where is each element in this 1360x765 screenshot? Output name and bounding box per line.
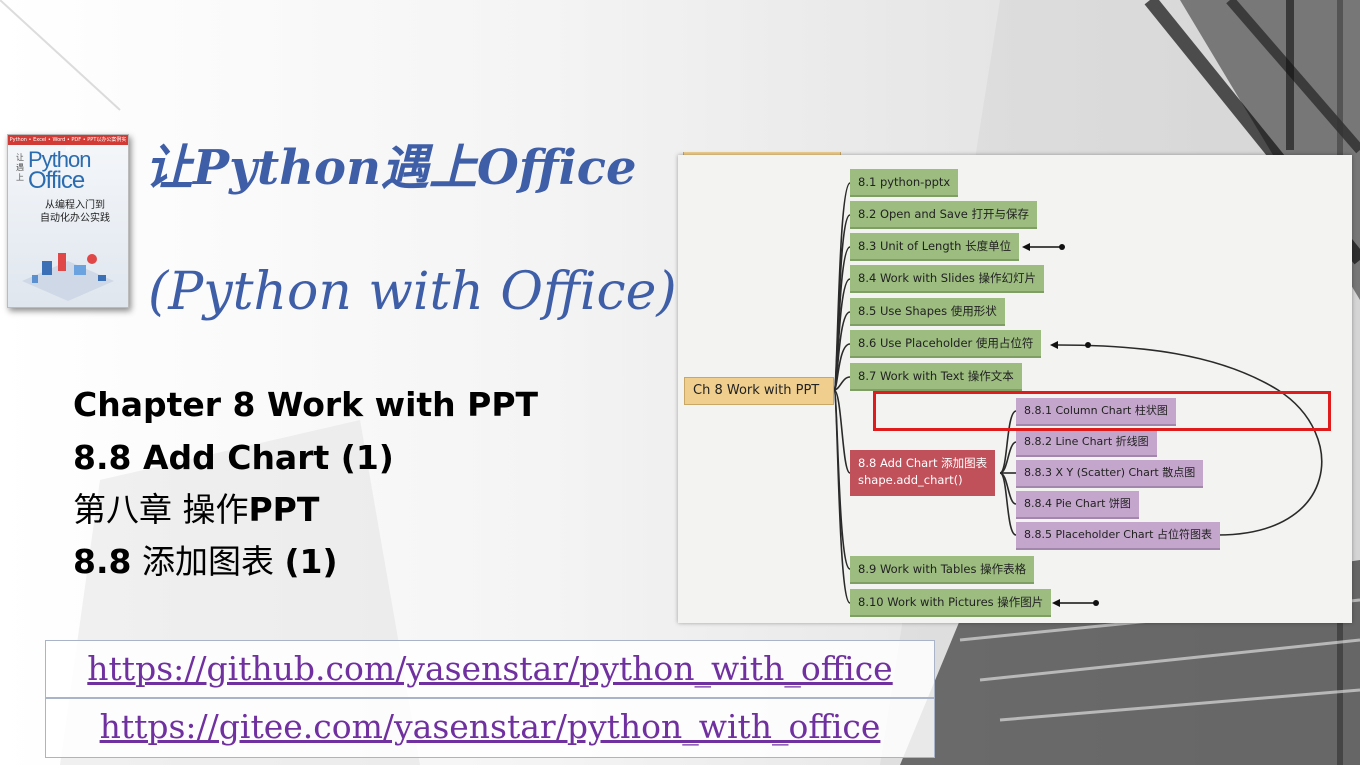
- mindmap-subnode-8-8-5: 8.8.5 Placeholder Chart 占位符图表: [1016, 522, 1220, 550]
- highlight-box-column-chart: [873, 391, 1331, 431]
- book-office-text: Office: [28, 167, 85, 194]
- mindmap-subnode-8-8-4: 8.8.4 Pie Chart 饼图: [1016, 491, 1139, 519]
- chapter-title-cn-text: 第八章 操作: [73, 490, 249, 529]
- add-chart-line-1: 8.8 Add Chart 添加图表: [858, 456, 988, 470]
- mindmap-node-8-2: 8.2 Open and Save 打开与保存: [850, 201, 1037, 229]
- mindmap-subnode-8-8-3: 8.8.3 X Y (Scatter) Chart 散点图: [1016, 460, 1204, 488]
- title-english: (Python with Office): [148, 262, 677, 322]
- mindmap-node-8-4: 8.4 Work with Slides 操作幻灯片: [850, 265, 1044, 293]
- section-part: (1): [284, 542, 338, 581]
- mindmap-node-8-5: 8.5 Use Shapes 使用形状: [850, 298, 1005, 326]
- section-title: 8.8 Add Chart (1): [73, 438, 394, 477]
- add-chart-line-2: shape.add_chart(): [858, 473, 963, 487]
- section-title-cn: 8.8 添加图表 (1): [73, 542, 338, 582]
- link-gitee[interactable]: https://gitee.com/yasenstar/python_with_…: [45, 698, 935, 758]
- mindmap-node-8-1: 8.1 python-pptx: [850, 169, 959, 197]
- chapter-title-cn: 第八章 操作PPT: [73, 490, 319, 530]
- book-cover-image: Python • Excel • Word • PDF • PPT以办公案例实践…: [7, 134, 129, 308]
- mindmap-node-8-7: 8.7 Work with Text 操作文本: [850, 363, 1022, 391]
- mindmap-node-8-9: 8.9 Work with Tables 操作表格: [850, 556, 1035, 584]
- mindmap-node-8-6: 8.6 Use Placeholder 使用占位符: [850, 330, 1042, 358]
- mindmap-root-node: Ch 8 Work with PPT: [684, 377, 834, 405]
- slide: Python • Excel • Word • PDF • PPT以办公案例实践…: [0, 0, 1360, 765]
- mindmap-node-8-3: 8.3 Unit of Length 长度单位: [850, 233, 1020, 261]
- book-top-strip: Python • Excel • Word • PDF • PPT以办公案例实践: [8, 135, 128, 153]
- book-subtitle-line-1: 从编程入门到: [45, 200, 105, 211]
- link-github[interactable]: https://github.com/yasenstar/python_with…: [45, 640, 935, 698]
- title-chinese: 让Python遇上Office: [145, 140, 637, 196]
- mindmap-subnode-8-8-2: 8.8.2 Line Chart 折线图: [1016, 429, 1157, 457]
- mindmap-node-8-10: 8.10 Work with Pictures 操作图片: [850, 589, 1052, 617]
- mindmap-screenshot: Ch 8 Work with PPT 8.1 python-pptx 8.2 O…: [678, 155, 1352, 623]
- chapter-title: Chapter 8 Work with PPT: [73, 385, 539, 424]
- mindmap-node-8-8-add-chart: 8.8 Add Chart 添加图表 shape.add_chart(): [850, 450, 996, 496]
- book-vertical-text: 让遇上: [16, 153, 24, 182]
- section-number: 8.8: [73, 542, 132, 581]
- book-subtitle-line-2: 自动化办公实践: [40, 213, 110, 224]
- chapter-title-cn-ppt: PPT: [248, 490, 320, 529]
- book-subtitle: 从编程入门到 自动化办公实践: [30, 199, 120, 225]
- section-title-cn-text: 添加图表: [131, 542, 285, 581]
- book-isometric-art: [22, 253, 114, 301]
